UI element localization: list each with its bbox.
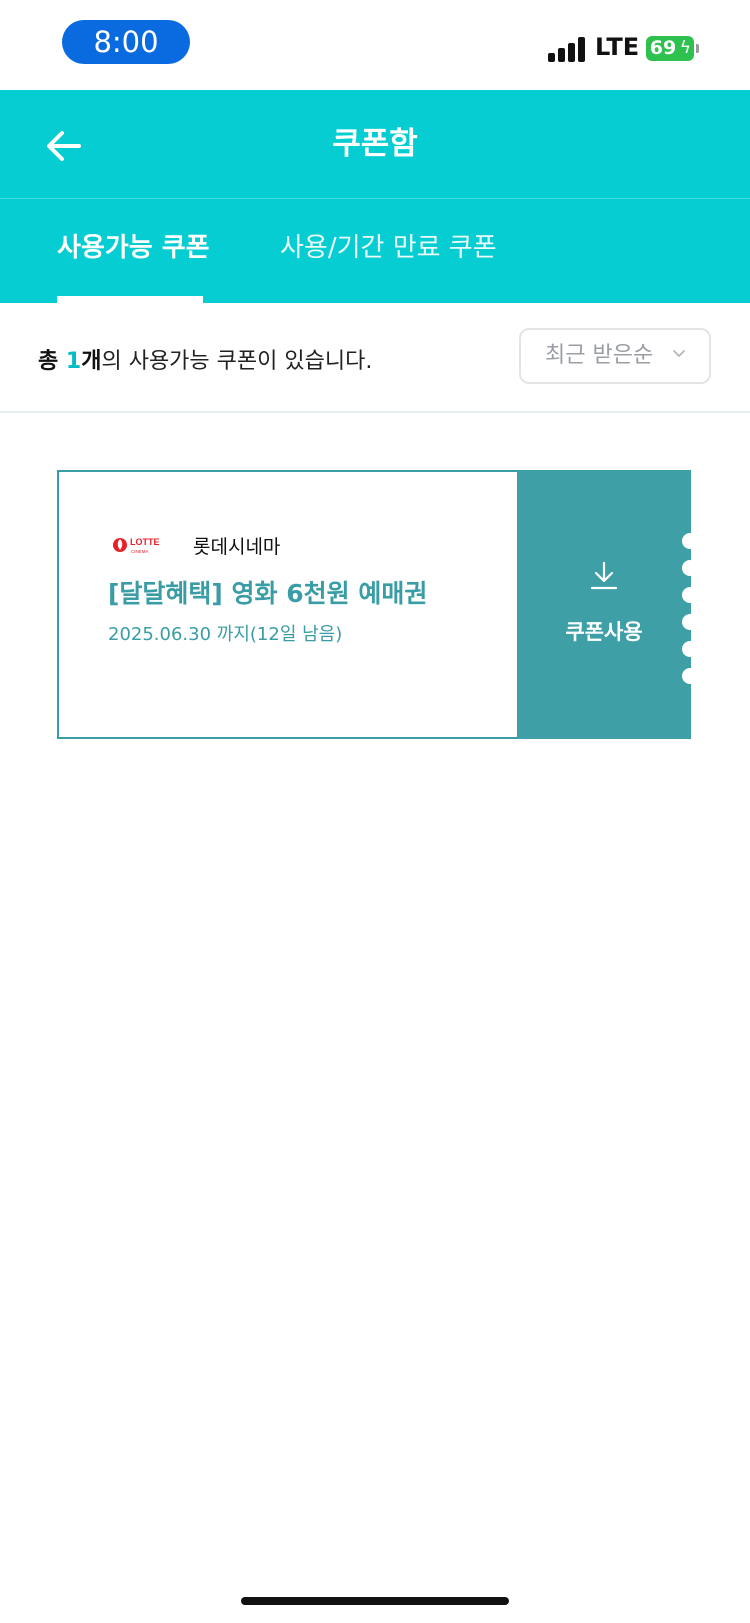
ticket-notch — [682, 668, 698, 684]
summary-suffix: 의 사용가능 쿠폰이 있습니다. — [101, 349, 373, 374]
tab-used-expired[interactable]: 사용/기간 만료 쿠폰 — [280, 199, 497, 303]
coupon-tabs: 사용가능 쿠폰 사용/기간 만료 쿠폰 — [0, 199, 750, 303]
ticket-notch — [682, 587, 698, 603]
summary-prefix: 총 — [38, 349, 66, 374]
brand-name: 롯데시네마 — [193, 536, 281, 558]
svg-text:CINEMA: CINEMA — [131, 549, 149, 554]
coupon-info[interactable]: LOTTE CINEMA 롯데시네마 [달달혜택] 영화 6천원 예매권 202… — [57, 470, 517, 739]
section-divider — [0, 411, 750, 413]
ticket-notch — [682, 560, 698, 576]
battery-tip — [696, 44, 699, 53]
chevron-down-icon — [673, 350, 685, 357]
battery-level: 69 — [649, 37, 677, 59]
page-title: 쿠폰함 — [332, 126, 418, 162]
ticket-notch — [682, 533, 698, 549]
summary-count: 1 — [65, 349, 82, 374]
download-icon — [590, 561, 618, 590]
coupon-card: LOTTE CINEMA 롯데시네마 [달달혜택] 영화 6천원 예매권 202… — [57, 470, 698, 739]
sort-selected-label: 최근 받은순 — [545, 343, 654, 368]
lotte-cinema-logo: LOTTE CINEMA — [113, 537, 160, 554]
summary-unit: 개 — [81, 349, 102, 374]
battery-icon: 69 ϟ — [646, 36, 694, 61]
coupon-count-summary: 총 1개의 사용가능 쿠폰이 있습니다. — [38, 343, 372, 375]
arrow-left-icon — [47, 131, 81, 161]
ticket-notch — [682, 641, 698, 657]
back-button[interactable] — [38, 116, 94, 172]
coupon-expiry: 2025.06.30 까지(12일 남음) — [108, 624, 343, 645]
signal-icon — [548, 37, 588, 62]
network-label: LTE — [595, 33, 640, 61]
app-header: 쿠폰함 — [0, 90, 750, 198]
use-coupon-button[interactable]: 쿠폰사용 — [517, 470, 691, 739]
charging-bolt-icon: ϟ — [679, 38, 691, 58]
sort-dropdown[interactable]: 최근 받은순 — [519, 328, 711, 384]
coupon-title: [달달혜택] 영화 6천원 예매권 — [108, 579, 428, 608]
tab-available[interactable]: 사용가능 쿠폰 — [57, 199, 210, 303]
status-time: 8:00 — [62, 20, 190, 64]
ticket-notch — [682, 614, 698, 630]
status-bar: 8:00 LTE 69 ϟ — [0, 0, 750, 90]
use-coupon-label: 쿠폰사용 — [565, 620, 643, 644]
active-tab-indicator — [57, 296, 203, 303]
logo-text: LOTTE — [130, 537, 160, 547]
home-indicator[interactable] — [241, 1597, 509, 1605]
